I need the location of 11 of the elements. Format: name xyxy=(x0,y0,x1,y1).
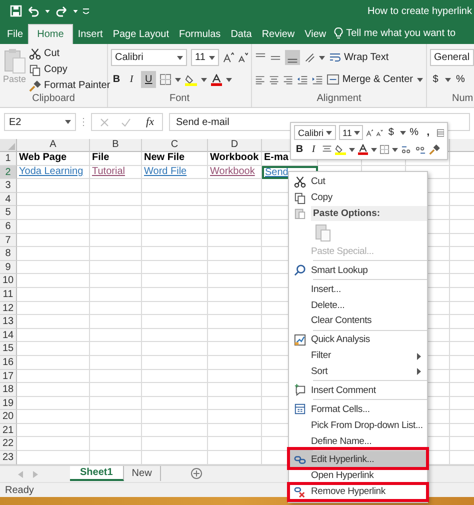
status-text: Ready xyxy=(5,485,34,496)
group-label: Num xyxy=(452,93,474,104)
window-title: How to create hyperlink xyxy=(368,6,472,16)
table-cell: Web Page xyxy=(17,152,90,166)
menu-section-label: Paste Options: xyxy=(311,206,427,222)
group-label: Font xyxy=(169,93,190,104)
table-cell: Workbook xyxy=(208,152,262,166)
table-cell: New File xyxy=(142,152,208,166)
table-cell: File xyxy=(90,152,142,166)
group-label: Alignment xyxy=(316,93,362,104)
group-label: Clipboard xyxy=(32,93,75,104)
